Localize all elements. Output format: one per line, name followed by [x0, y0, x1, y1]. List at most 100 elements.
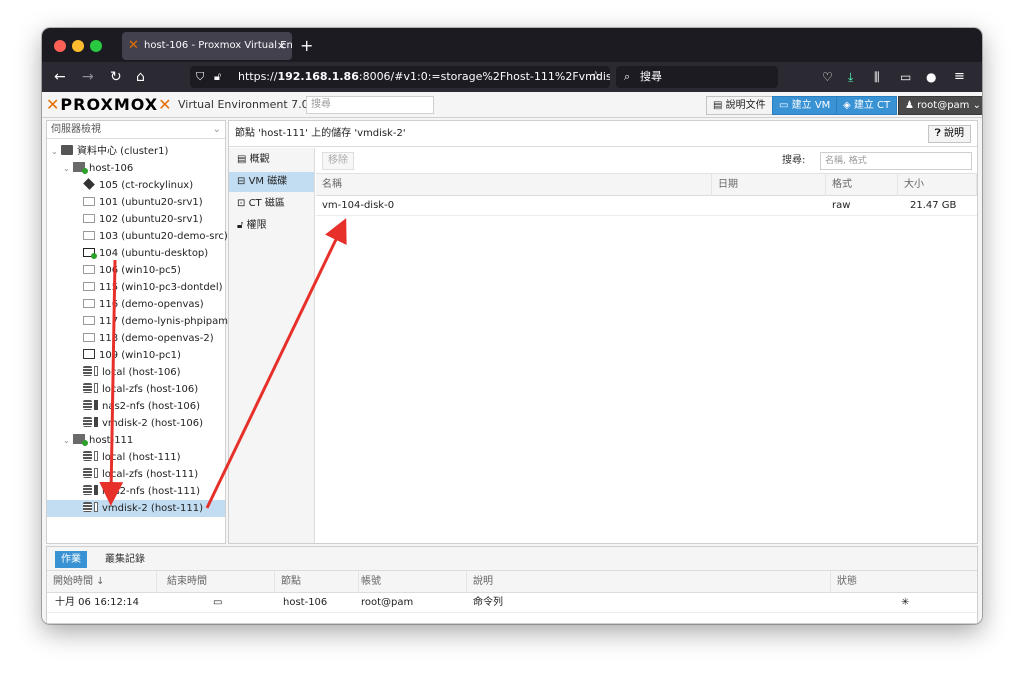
- host-online-icon: [73, 162, 88, 174]
- subnav-vm-disks[interactable]: ⊟ VM 磁碟: [229, 172, 314, 192]
- tree-item[interactable]: local-zfs (host-111): [47, 466, 225, 483]
- col-size[interactable]: 大小: [898, 174, 977, 196]
- grid-search-input[interactable]: 名稱, 格式: [820, 152, 972, 170]
- close-window-button[interactable]: [54, 40, 66, 52]
- browser-tab-bar: ✕ host-106 - Proxmox Virtual Envir × +: [42, 28, 982, 62]
- tree-item[interactable]: 102 (ubuntu20-srv1): [47, 211, 225, 228]
- subnav-permissions[interactable]: 🔓︎ 權限: [229, 216, 314, 236]
- col-end-time[interactable]: 結束時間: [161, 571, 275, 593]
- storage-usage-icon: [94, 485, 98, 495]
- tree-item-label: 118 (demo-openvas-2): [99, 333, 214, 344]
- home-icon[interactable]: ⌂: [136, 62, 145, 92]
- col-format[interactable]: 格式: [826, 174, 898, 196]
- minimize-window-button[interactable]: [72, 40, 84, 52]
- download-icon[interactable]: ⤓: [848, 62, 853, 92]
- tree-item-label: nas2-nfs (host-106): [102, 401, 200, 412]
- menu-icon[interactable]: ≡: [954, 62, 965, 92]
- forward-arrow-icon[interactable]: →: [82, 62, 94, 92]
- tree-datacenter[interactable]: ⌄ 資料中心 (cluster1): [47, 143, 225, 160]
- storage-icon: [83, 468, 92, 478]
- back-arrow-icon[interactable]: ←: [54, 62, 66, 92]
- grid-toolbar: 移除 搜尋: 名稱, 格式: [316, 148, 977, 174]
- docs-button[interactable]: ▤ 說明文件: [706, 96, 773, 115]
- col-start-time[interactable]: 開始時間 ↓: [47, 571, 157, 593]
- resource-tree-panel: 伺服器檢視 ⌄ ⌄ 資料中心 (cluster1) ⌄ host-106 105 (c…: [46, 120, 232, 544]
- tree-item[interactable]: 118 (demo-openvas-2): [47, 330, 225, 347]
- pocket-icon[interactable]: ♡: [822, 62, 833, 92]
- col-node[interactable]: 節點: [275, 571, 359, 593]
- subnav-ct-volumes[interactable]: ⊡ CT 磁區: [229, 194, 314, 214]
- tree-item[interactable]: 117 (demo-lynis-phpipam): [47, 313, 232, 330]
- tree-item[interactable]: nas2-nfs (host-111): [47, 483, 225, 500]
- tree-item-label: local-zfs (host-106): [102, 384, 199, 395]
- url-host: 192.168.1.86: [277, 70, 359, 83]
- tree-item[interactable]: local (host-111): [47, 449, 225, 466]
- lock-icon: 🔓︎: [214, 70, 222, 83]
- task-panel: 作業 叢集記錄 開始時間 ↓ 結束時間 節點 帳號 說明 狀態 十月 06 16…: [46, 546, 978, 624]
- pve-search-input[interactable]: 搜尋: [306, 96, 434, 114]
- new-tab-button[interactable]: +: [300, 32, 313, 60]
- help-button[interactable]: ❓︎ 說明: [927, 125, 971, 143]
- content-panel: 節點 'host-111' 上的儲存 'vmdisk-2' ❓︎ 說明 ▤ 概觀…: [228, 120, 978, 544]
- tree-item-label: 115 (win10-pc3-dontdel): [99, 282, 223, 293]
- task-row[interactable]: 十月 06 16:12:14 ▭ host-106 root@pam 命令列 ✳: [47, 593, 977, 613]
- col-name[interactable]: 名稱: [316, 174, 712, 196]
- tree-item-label: 106 (win10-pc5): [99, 265, 181, 276]
- tree-item[interactable]: nas2-nfs (host-106): [47, 398, 225, 415]
- hdd-icon: ⊟: [237, 176, 249, 187]
- proxmox-logo: ✕PROXMOX✕: [46, 95, 173, 114]
- browser-search-input[interactable]: ⌕ 搜尋: [616, 66, 778, 88]
- storage-usage-icon: [94, 417, 98, 427]
- create-ct-button[interactable]: ◈ 建立 CT: [836, 96, 898, 115]
- resource-tree: ⌄ 資料中心 (cluster1) ⌄ host-106 105 (ct-rocky…: [47, 143, 232, 517]
- tree-item-label: local (host-111): [102, 452, 181, 463]
- maximize-window-button[interactable]: [90, 40, 102, 52]
- tree-item[interactable]: vmdisk-2 (host-111): [47, 500, 225, 517]
- library-icon[interactable]: ⫼: [874, 62, 880, 92]
- browser-tab[interactable]: ✕ host-106 - Proxmox Virtual Envir ×: [122, 32, 292, 60]
- tree-item[interactable]: 109 (win10-pc1): [47, 347, 225, 364]
- reload-icon[interactable]: ↻: [110, 62, 122, 92]
- pve-version: Virtual Environment 7.0-11: [178, 98, 327, 111]
- user-icon: ♟: [905, 100, 918, 111]
- url-bar[interactable]: ⛉ 🔓︎ https://192.168.1.86:8006/#v1:0:=st…: [190, 66, 610, 88]
- ct-volume-icon: ⊡: [237, 198, 249, 209]
- bookmark-star-icon[interactable]: ☆: [590, 62, 602, 92]
- table-row[interactable]: vm-104-disk-0 raw 21.47 GB: [316, 196, 977, 216]
- tree-host-111[interactable]: ⌄ host-111: [47, 432, 225, 449]
- tree-item[interactable]: 115 (win10-pc3-dontdel): [47, 279, 225, 296]
- tree-item[interactable]: 105 (ct-rockylinux): [47, 177, 225, 194]
- account-icon[interactable]: ●: [926, 62, 936, 92]
- task-grid-header: 開始時間 ↓ 結束時間 節點 帳號 說明 狀態: [47, 571, 977, 593]
- shield-icon: ⛉: [196, 70, 205, 83]
- monitor-icon: ▭: [213, 597, 223, 608]
- col-user[interactable]: 帳號: [355, 571, 467, 593]
- tree-item[interactable]: 103 (ubuntu20-demo-src): [47, 228, 228, 245]
- col-description[interactable]: 說明: [467, 571, 831, 593]
- col-status[interactable]: 狀態: [831, 571, 977, 593]
- subnav-summary[interactable]: ▤ 概觀: [229, 150, 314, 170]
- tree-item[interactable]: 116 (demo-openvas): [47, 296, 225, 313]
- tree-item[interactable]: 104 (ubuntu-desktop): [47, 245, 225, 262]
- close-tab-icon[interactable]: ×: [277, 32, 286, 60]
- book-icon: ▤: [713, 100, 726, 111]
- tree-item[interactable]: vmdisk-2 (host-106): [47, 415, 225, 432]
- tree-item[interactable]: 101 (ubuntu20-srv1): [47, 194, 225, 211]
- view-selector[interactable]: 伺服器檢視 ⌄: [47, 121, 225, 139]
- tree-item-label: vmdisk-2 (host-111): [102, 503, 204, 514]
- tree-item[interactable]: 106 (win10-pc5): [47, 262, 225, 279]
- chevron-down-icon: ⌄: [212, 124, 221, 135]
- tree-item[interactable]: local-zfs (host-106): [47, 381, 225, 398]
- tree-host-106[interactable]: ⌄ host-106: [47, 160, 225, 177]
- task-tabs: 作業 叢集記錄: [47, 547, 977, 571]
- sidebar-icon[interactable]: ▭: [900, 62, 911, 92]
- tree-item-label: 117 (demo-lynis-phpipam): [99, 316, 232, 327]
- remove-button[interactable]: 移除: [322, 152, 354, 170]
- create-vm-button[interactable]: ▭ 建立 VM: [772, 96, 838, 115]
- tab-cluster-log[interactable]: 叢集記錄: [99, 551, 151, 568]
- tab-tasks[interactable]: 作業: [55, 551, 87, 568]
- container-icon: [83, 178, 95, 190]
- tree-item[interactable]: local (host-106): [47, 364, 225, 381]
- col-date[interactable]: 日期: [712, 174, 826, 196]
- user-menu-button[interactable]: ♟ root@pam ⌄: [898, 96, 982, 115]
